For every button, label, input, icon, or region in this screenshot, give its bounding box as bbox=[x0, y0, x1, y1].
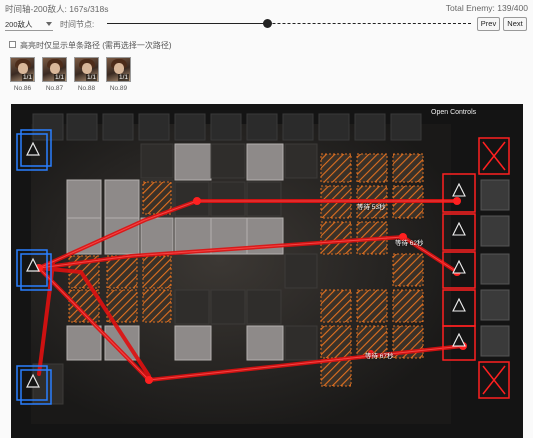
timeline-status: 时间轴-200敌人: 167s/318s bbox=[5, 4, 109, 14]
enemy-card[interactable]: 1/1 No.87 bbox=[41, 57, 71, 92]
enemy-count-badge: 1/1 bbox=[53, 74, 65, 81]
enemy-number: No.89 bbox=[109, 85, 128, 92]
enemy-count-select-value: 200敌人 bbox=[5, 20, 33, 29]
enemy-count-badge: 1/1 bbox=[21, 74, 33, 81]
enemy-number: No.87 bbox=[45, 85, 64, 92]
enemy-portrait: 1/1 bbox=[106, 57, 131, 82]
enemy-number: No.88 bbox=[77, 85, 96, 92]
wait-label: 等待 53秒 bbox=[357, 204, 386, 211]
enemy-count-select[interactable]: 200敌人 bbox=[5, 17, 53, 31]
timeline-slider[interactable] bbox=[107, 19, 471, 28]
map-canvas bbox=[11, 104, 523, 438]
enemy-portrait: 1/1 bbox=[10, 57, 35, 82]
enemy-card[interactable]: 1/1 No.88 bbox=[73, 57, 103, 92]
total-enemy-count: Total Enemy: 139/400 bbox=[445, 3, 528, 13]
highlight-option-label: 高亮时仅显示单条路径 (需再选择一次路径) bbox=[20, 41, 172, 50]
enemy-card[interactable]: 1/1 No.89 bbox=[105, 57, 135, 92]
prev-button[interactable]: Prev bbox=[477, 17, 500, 31]
time-node-label: 时间节点: bbox=[60, 20, 95, 29]
enemy-portrait: 1/1 bbox=[42, 57, 67, 82]
wait-label: 等待 67秒 bbox=[365, 353, 394, 360]
timeline-controls: 200敌人 时间节点: Prev Next bbox=[5, 17, 528, 33]
enemy-portrait: 1/1 bbox=[74, 57, 99, 82]
timeline-slider-fill bbox=[107, 23, 268, 24]
enemy-number: No.86 bbox=[13, 85, 32, 92]
chevron-down-icon bbox=[46, 22, 52, 26]
header-bar: 时间轴-200敌人: 167s/318s Total Enemy: 139/40… bbox=[5, 3, 528, 15]
enemy-count-badge: 1/1 bbox=[117, 74, 129, 81]
enemy-card[interactable]: 1/1 No.86 bbox=[9, 57, 39, 92]
enemy-count-badge: 1/1 bbox=[85, 74, 97, 81]
right-wall-pillars bbox=[480, 179, 510, 357]
wait-label: 等待 62秒 bbox=[395, 240, 424, 247]
map-view[interactable]: Open Controls 等待 53秒 等待 62秒 等待 67秒 bbox=[11, 104, 523, 438]
timeline-slider-thumb[interactable] bbox=[263, 19, 273, 28]
highlight-checkbox[interactable] bbox=[9, 41, 16, 48]
open-controls-button[interactable]: Open Controls bbox=[431, 109, 476, 116]
next-button[interactable]: Next bbox=[503, 17, 527, 31]
wall-row-top bbox=[32, 113, 422, 141]
